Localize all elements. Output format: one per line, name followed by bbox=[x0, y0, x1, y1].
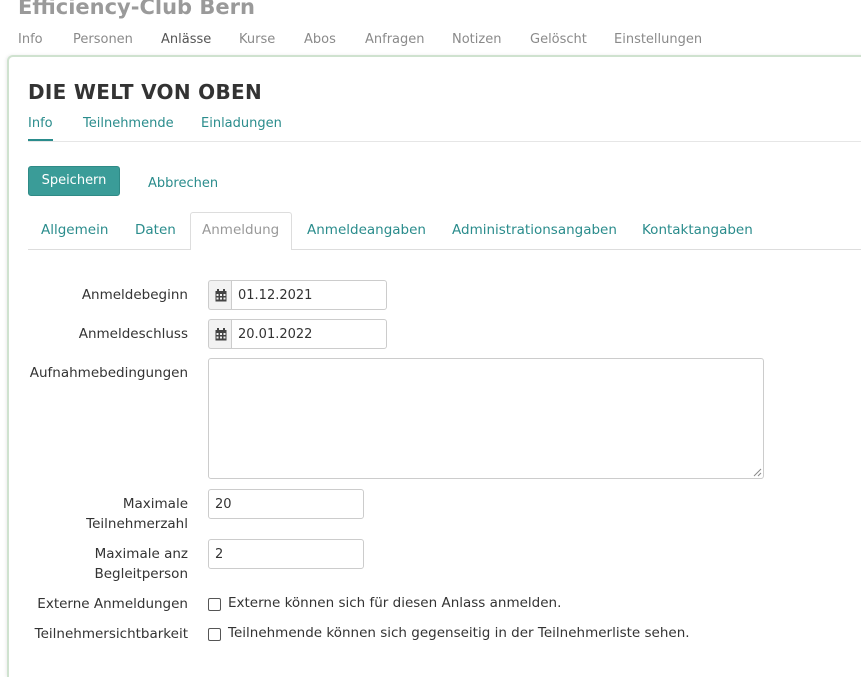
visibility-label: Teilnehmersichtbarkeit bbox=[34, 626, 188, 642]
subnav-info[interactable]: Info bbox=[28, 116, 53, 131]
save-button[interactable]: Speichern bbox=[28, 166, 120, 196]
external-checkbox-text[interactable]: Externe können sich für diesen Anlass an… bbox=[228, 595, 561, 611]
tab-allgemein[interactable]: Allgemein bbox=[41, 222, 108, 238]
calendar-icon[interactable] bbox=[208, 280, 232, 310]
max-participants-label: Maximale Teilnehmerzahl bbox=[86, 494, 188, 534]
top-nav-anfragen[interactable]: Anfragen bbox=[365, 32, 425, 47]
top-nav-anlaesse[interactable]: Anlässe bbox=[161, 32, 211, 47]
max-companions-label-line1: Maximale anz bbox=[94, 546, 188, 562]
top-nav-notizen[interactable]: Notizen bbox=[452, 32, 501, 47]
resize-grip-icon[interactable] bbox=[753, 468, 762, 477]
external-checkbox[interactable] bbox=[208, 598, 221, 611]
top-nav-abos[interactable]: Abos bbox=[304, 32, 336, 47]
top-nav-personen[interactable]: Personen bbox=[73, 32, 133, 47]
visibility-checkbox[interactable] bbox=[208, 628, 221, 641]
external-label: Externe Anmeldungen bbox=[37, 596, 188, 612]
max-companions-label-line2: Begleitperson bbox=[94, 566, 188, 582]
conditions-textarea[interactable] bbox=[208, 358, 764, 479]
subnav-einladungen[interactable]: Einladungen bbox=[201, 116, 282, 131]
tab-kontaktangaben[interactable]: Kontaktangaben bbox=[642, 222, 753, 238]
end-date-group bbox=[208, 319, 387, 349]
start-date-group bbox=[208, 280, 387, 310]
max-participants-input[interactable] bbox=[208, 489, 364, 519]
max-companions-input[interactable] bbox=[208, 539, 364, 569]
subnav-divider bbox=[28, 141, 861, 142]
end-date-input[interactable] bbox=[231, 319, 387, 349]
top-nav-kurse[interactable]: Kurse bbox=[239, 32, 275, 47]
top-nav-geloescht[interactable]: Gelöscht bbox=[530, 32, 587, 47]
tab-daten[interactable]: Daten bbox=[135, 222, 176, 238]
tab-anmeldeangaben[interactable]: Anmeldeangaben bbox=[307, 222, 426, 238]
max-participants-label-line2: Teilnehmerzahl bbox=[86, 516, 188, 532]
max-companions-label: Maximale anz Begleitperson bbox=[94, 544, 188, 584]
visibility-checkbox-text[interactable]: Teilnehmende können sich gegenseitig in … bbox=[228, 625, 690, 641]
start-date-input[interactable] bbox=[231, 280, 387, 310]
calendar-icon[interactable] bbox=[208, 319, 232, 349]
top-nav-einstellungen[interactable]: Einstellungen bbox=[614, 32, 702, 47]
cancel-link[interactable]: Abbrechen bbox=[148, 176, 218, 191]
page-title: DIE WELT VON OBEN bbox=[28, 80, 263, 104]
max-participants-label-line1: Maximale bbox=[122, 496, 188, 512]
subnav-teilnehmende[interactable]: Teilnehmende bbox=[83, 116, 174, 131]
end-date-label: Anmeldeschluss bbox=[78, 326, 188, 342]
tabs-divider bbox=[28, 249, 861, 250]
tab-administrationsangaben[interactable]: Administrationsangaben bbox=[452, 222, 617, 238]
org-title: Efficiency-Club Bern bbox=[18, 0, 255, 19]
start-date-label: Anmeldebeginn bbox=[81, 287, 188, 303]
top-nav-info[interactable]: Info bbox=[18, 32, 43, 47]
conditions-label: Aufnahmebedingungen bbox=[29, 365, 188, 381]
tab-anmeldung[interactable]: Anmeldung bbox=[202, 222, 279, 238]
